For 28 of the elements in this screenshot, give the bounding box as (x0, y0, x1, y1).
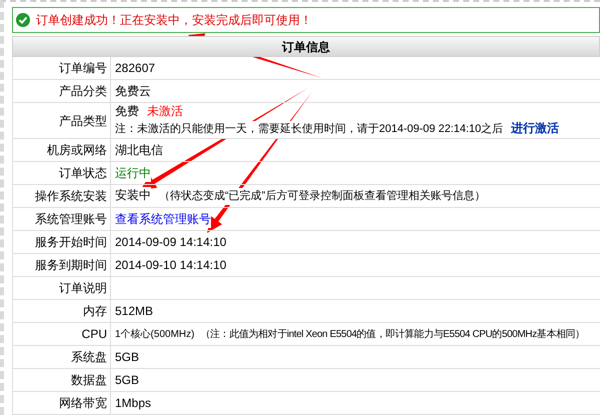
field-label: 操作系统安装 (35, 188, 107, 205)
field-label: 服务到期时间 (35, 257, 107, 274)
field-label: 产品分类 (59, 83, 107, 100)
field-value: 安装中 (115, 187, 151, 204)
field-label: 数据盘 (71, 372, 107, 389)
field-label: 系统盘 (71, 349, 107, 366)
field-label: 网络带宽 (59, 395, 107, 412)
success-message: 订单创建成功！正在安装中，安装完成后即可使用！ (36, 12, 312, 30)
field-label: CPU (82, 326, 107, 343)
field-label: 内存 (83, 303, 107, 320)
field-value: 注：未激活的只能使用一天，需要延长使用时间，请于2014-09-09 22:14:10之后 (115, 121, 504, 138)
checkmark-icon (16, 13, 30, 28)
field-value: 免费 (115, 103, 139, 120)
field-label: 服务开始时间 (35, 234, 107, 251)
table-title: 订单信息 (282, 38, 330, 56)
field-label: 机房或网络 (47, 142, 107, 159)
field-label: 订单状态 (59, 165, 107, 182)
account-link[interactable]: 查看系统管理账号 (115, 210, 211, 228)
field-value: 免费云 (115, 82, 151, 100)
field-label: 订单编号 (59, 60, 107, 77)
field-label: 系统管理账号 (35, 211, 107, 228)
field-value: 湖北电信 (115, 142, 163, 158)
field-label: 订单说明 (59, 280, 107, 297)
activate-link[interactable]: 进行激活 (511, 120, 560, 137)
status-text: 运行中 (115, 164, 151, 182)
field-value: 1个核心(500MHz) (115, 326, 194, 342)
field-label: 产品类型 (59, 112, 107, 130)
status-text: 未激活 (147, 103, 183, 120)
